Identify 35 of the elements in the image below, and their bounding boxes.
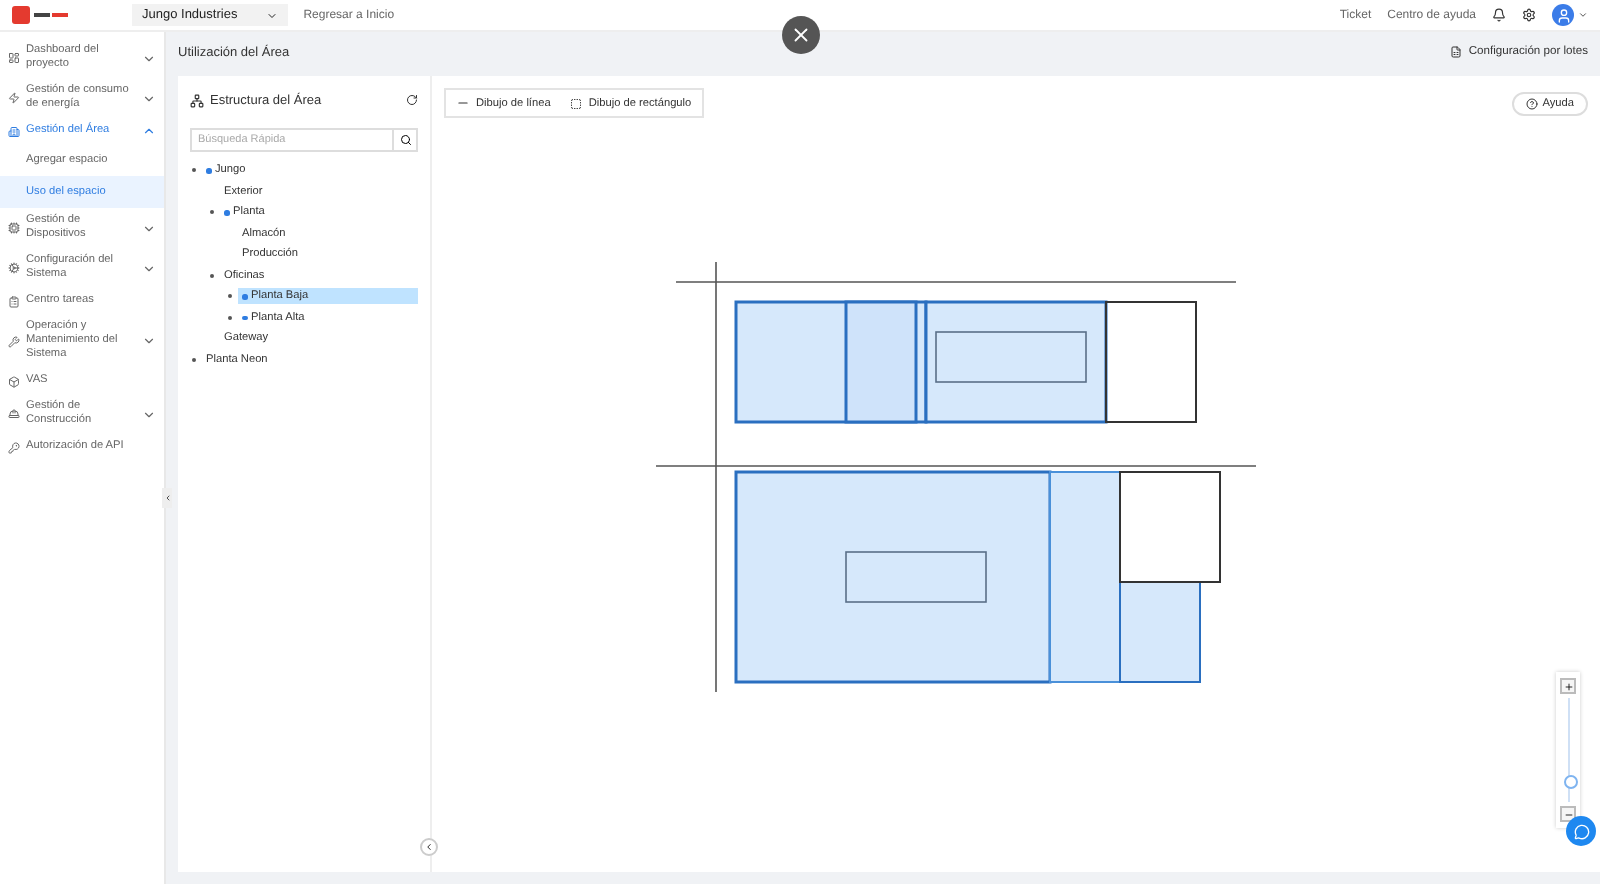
help-icon (1526, 97, 1539, 109)
chip-icon (8, 222, 20, 234)
zoom-out-button[interactable] (1560, 806, 1576, 822)
zoom-in-button[interactable] (1560, 678, 1576, 694)
search-button[interactable] (394, 128, 418, 152)
plus-icon (1563, 681, 1573, 691)
chat-bubble-icon (1573, 823, 1589, 839)
caret-icon (265, 9, 278, 21)
search-icon (399, 134, 411, 146)
cube-icon (8, 375, 20, 387)
caret-icon[interactable] (1578, 10, 1588, 20)
logo-icon (12, 6, 72, 24)
avatar-icon[interactable] (1552, 4, 1574, 26)
clipboard-icon (8, 295, 20, 307)
wrench-icon (8, 335, 20, 347)
close-button[interactable] (782, 16, 820, 54)
helmet-icon (8, 408, 20, 420)
refresh-icon[interactable] (406, 94, 418, 106)
minus-icon (1563, 809, 1573, 819)
collapse-handle[interactable] (162, 488, 172, 508)
user-icon (1555, 7, 1571, 23)
line-icon (456, 96, 470, 110)
bolt-icon (8, 92, 20, 104)
building-icon (8, 125, 20, 137)
close-icon (790, 24, 812, 46)
zoom-slider[interactable] (1556, 672, 1580, 828)
hierarchy-icon (190, 93, 204, 107)
key-icon (8, 441, 20, 453)
bell-icon[interactable] (1492, 8, 1506, 22)
chevron-left-icon (424, 842, 434, 852)
settings-icon[interactable] (1522, 8, 1536, 22)
gear-icon (8, 262, 20, 274)
sheet-icon (1450, 46, 1463, 58)
dashboard-icon (8, 52, 20, 64)
slider-thumb[interactable] (1563, 774, 1577, 789)
